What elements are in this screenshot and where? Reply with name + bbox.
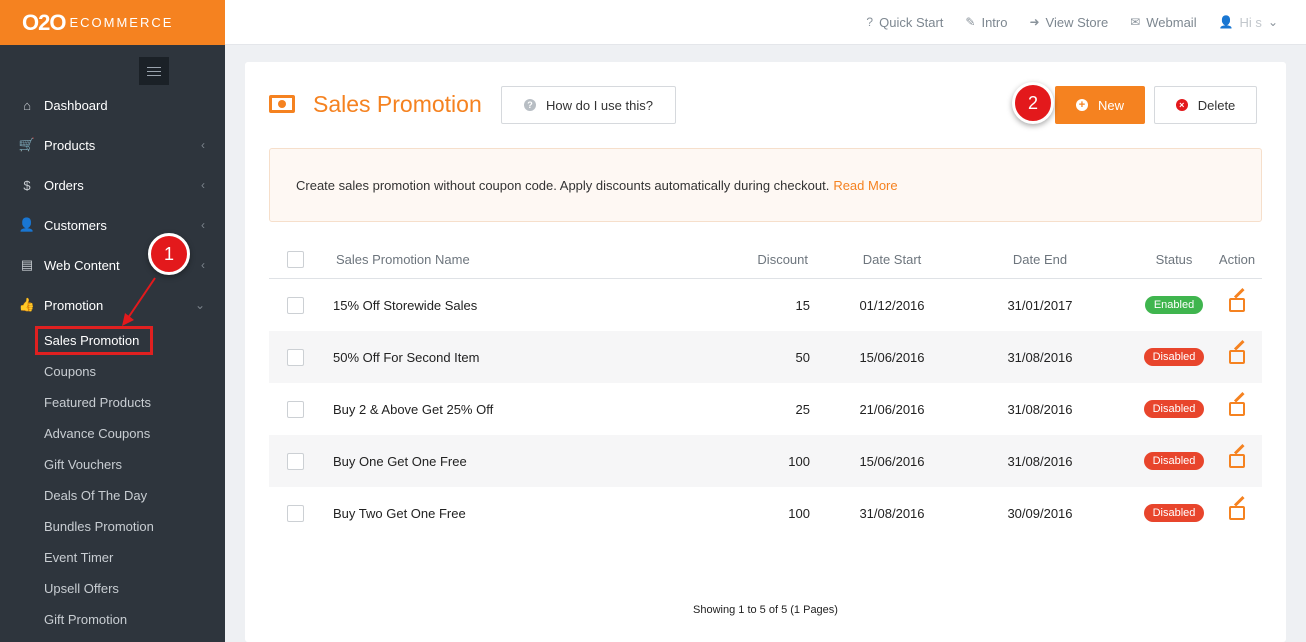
status-badge: Disabled	[1143, 504, 1205, 522]
promotions-table: Sales Promotion Name Discount Date Start…	[269, 240, 1262, 539]
plus-circle-icon: +	[1075, 99, 1088, 111]
row-name: Buy Two Get One Free	[333, 505, 466, 521]
row-name: 15% Off Storewide Sales	[333, 297, 478, 313]
table-row: Buy Two Get One Free 100 31/08/2016 30/0…	[269, 487, 1262, 539]
row-discount: 25	[795, 401, 810, 417]
row-checkbox-cell	[287, 435, 304, 487]
row-checkbox[interactable]	[287, 348, 304, 366]
top-link-label: View Store	[1045, 14, 1109, 30]
table-row: 50% Off For Second Item 50 15/06/2016 31…	[269, 331, 1262, 383]
row-action-cell	[1207, 331, 1267, 383]
delete-button-label: Delete	[1197, 97, 1236, 113]
row-checkbox-cell	[287, 487, 304, 539]
step-marker-1: 1	[148, 233, 190, 275]
table-header: Sales Promotion Name Discount Date Start…	[269, 240, 1262, 279]
row-date-start: 15/06/2016	[859, 349, 925, 365]
edit-icon[interactable]	[1229, 454, 1245, 468]
chevron-down-icon: ⌄	[1267, 15, 1278, 29]
envelope-icon: ✉	[1130, 15, 1141, 29]
money-icon	[269, 95, 295, 113]
select-all-cell	[287, 240, 304, 279]
header-action: Action	[1218, 252, 1256, 267]
notice-text: Create sales promotion without coupon co…	[296, 177, 830, 193]
row-action-cell	[1207, 487, 1267, 539]
row-discount: 15	[795, 297, 810, 313]
user-menu[interactable]: 👤 Hi s ⌄	[1219, 15, 1278, 30]
view-store-link[interactable]: ➜ View Store	[1029, 15, 1108, 30]
edit-icon[interactable]	[1229, 402, 1245, 416]
edit-icon[interactable]	[1229, 506, 1245, 520]
top-link-label: Intro	[981, 14, 1008, 30]
read-more-link[interactable]: Read More	[833, 178, 897, 193]
row-checkbox-cell	[287, 279, 304, 331]
webmail-link[interactable]: ✉ Webmail	[1130, 15, 1196, 30]
top-link-label: Webmail	[1146, 14, 1197, 30]
status-badge: Disabled	[1143, 400, 1205, 418]
info-notice: Create sales promotion without coupon co…	[269, 148, 1262, 222]
delete-button[interactable]: × Delete	[1154, 86, 1257, 124]
status-badge: Disabled	[1143, 452, 1205, 470]
row-date-start: 31/08/2016	[859, 505, 925, 521]
row-checkbox[interactable]	[287, 504, 304, 522]
row-discount: 100	[788, 453, 810, 469]
top-link-label: Quick Start	[879, 14, 944, 30]
row-date-start: 21/06/2016	[859, 401, 925, 417]
row-date-start: 15/06/2016	[859, 453, 925, 469]
edit-icon[interactable]	[1229, 298, 1245, 312]
wand-icon: ✎	[965, 15, 976, 29]
quick-start-link[interactable]: ? Quick Start	[866, 15, 943, 30]
pagination-text: Showing 1 to 5 of 5 (1 Pages)	[693, 604, 838, 616]
edit-icon[interactable]	[1229, 350, 1245, 364]
intro-link[interactable]: ✎ Intro	[965, 15, 1007, 30]
select-all-checkbox[interactable]	[287, 251, 304, 268]
question-icon: ?	[866, 15, 874, 29]
row-name: Buy 2 & Above Get 25% Off	[333, 401, 494, 417]
row-discount: 50	[795, 349, 810, 365]
row-date-end: 30/09/2016	[1007, 505, 1073, 521]
row-name: Buy One Get One Free	[333, 453, 467, 469]
row-checkbox[interactable]	[287, 452, 304, 470]
row-discount: 100	[788, 505, 810, 521]
top-link-label: Hi s	[1239, 14, 1262, 30]
header-name[interactable]: Sales Promotion Name	[336, 240, 470, 279]
table-row: Buy 2 & Above Get 25% Off 25 21/06/2016 …	[269, 383, 1262, 435]
page-title: Sales Promotion	[313, 91, 482, 117]
row-date-start: 01/12/2016	[859, 297, 925, 313]
row-checkbox-cell	[287, 383, 304, 435]
question-circle-icon: ?	[524, 99, 537, 111]
header-discount[interactable]: Discount	[757, 240, 808, 279]
top-bar: ? Quick Start ✎ Intro ➜ View Store ✉ Web…	[225, 0, 1306, 45]
row-date-end: 31/08/2016	[1007, 401, 1073, 417]
row-date-end: 31/08/2016	[1007, 453, 1073, 469]
status-badge: Enabled	[1144, 296, 1204, 314]
sign-in-icon: ➜	[1029, 15, 1040, 29]
row-name: 50% Off For Second Item	[333, 349, 480, 365]
row-action-cell	[1207, 279, 1267, 331]
row-checkbox[interactable]	[287, 296, 304, 314]
table-row: 15% Off Storewide Sales 15 01/12/2016 31…	[269, 279, 1262, 331]
user-icon: 👤	[1218, 15, 1234, 29]
row-checkbox[interactable]	[287, 400, 304, 418]
status-badge: Disabled	[1143, 348, 1205, 366]
close-circle-icon: ×	[1175, 99, 1188, 111]
main-card: Sales Promotion ? How do I use this? + N…	[245, 62, 1286, 642]
help-button[interactable]: ? How do I use this?	[501, 86, 676, 124]
row-action-cell	[1207, 435, 1267, 487]
row-date-end: 31/08/2016	[1007, 349, 1073, 365]
row-action-cell	[1207, 383, 1267, 435]
help-button-label: How do I use this?	[546, 97, 653, 113]
table-row: Buy One Get One Free 100 15/06/2016 31/0…	[269, 435, 1262, 487]
new-button[interactable]: + New	[1055, 86, 1145, 124]
new-button-label: New	[1097, 97, 1124, 113]
header-date-end[interactable]: Date End	[977, 240, 1103, 279]
row-checkbox-cell	[287, 331, 304, 383]
header-date-start[interactable]: Date Start	[829, 240, 955, 279]
row-date-end: 31/01/2017	[1007, 297, 1073, 313]
step-marker-2: 2	[1012, 82, 1054, 124]
